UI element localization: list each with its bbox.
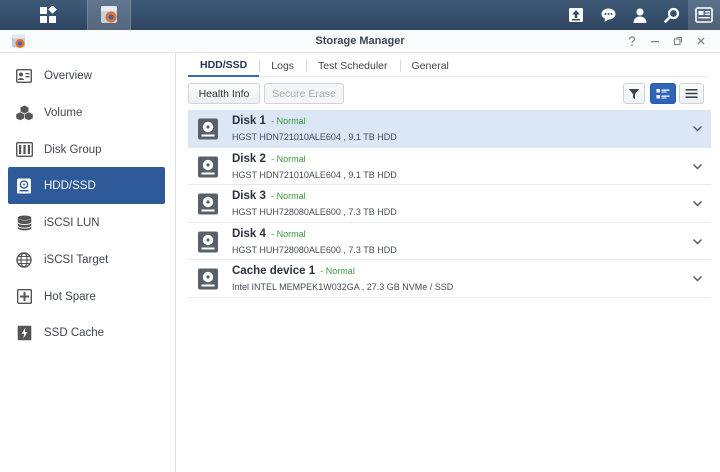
search-button[interactable] <box>656 0 688 30</box>
tab-general[interactable]: General <box>399 55 461 77</box>
overview-icon <box>15 67 33 85</box>
window-title: Storage Manager <box>315 35 405 47</box>
widgets-icon <box>695 7 713 23</box>
upload-icon <box>569 8 583 22</box>
sidebar-item-iscsi-lun[interactable]: iSCSI LUN <box>8 204 165 241</box>
disk-name: Disk 4 - Normal <box>232 227 306 240</box>
disk-status: - Normal <box>271 191 306 201</box>
tab-bar: HDD/SSD Logs Test Scheduler General <box>188 55 708 77</box>
disk-status: - Normal <box>271 153 306 164</box>
chevron-down-icon[interactable] <box>692 161 703 172</box>
hdd-icon <box>198 118 218 140</box>
help-button[interactable] <box>620 33 643 49</box>
minimize-icon <box>650 41 659 43</box>
list-view-button[interactable] <box>679 83 704 104</box>
maximize-button[interactable] <box>666 33 689 49</box>
tab-test-scheduler[interactable]: Test Scheduler <box>306 55 399 77</box>
list-icon <box>685 89 698 98</box>
grid-icon <box>40 6 57 23</box>
disk-row[interactable]: Disk 2 - Normal HGST HDN721010ALE604 , 9… <box>188 148 711 185</box>
sidebar: Overview Volume Disk Group HDD/SSD iSCSI… <box>0 53 176 472</box>
lun-icon <box>15 214 33 232</box>
disk-name: Cache device 1 - Normal <box>232 265 355 277</box>
tab-hdd-ssd[interactable]: HDD/SSD <box>188 55 260 77</box>
disk-name: Disk 3 - Normal <box>232 190 306 202</box>
sidebar-item-label: HDD/SSD <box>44 179 96 192</box>
sidebar-item-iscsi-target[interactable]: iSCSI Target <box>8 241 165 278</box>
sidebar-item-hdd-ssd[interactable]: HDD/SSD <box>8 167 165 204</box>
sidebar-item-label: SSD Cache <box>44 326 105 339</box>
disk-row[interactable]: Cache device 1 - Normal Intel INTEL MEMP… <box>188 260 711 298</box>
tab-logs[interactable]: Logs <box>259 55 306 77</box>
sidebar-item-label: Hot Spare <box>44 290 96 303</box>
window-controls <box>620 33 712 49</box>
ssd-icon <box>198 268 218 290</box>
storage-manager-icon <box>101 6 117 23</box>
sidebar-item-label: Overview <box>44 69 92 82</box>
close-button[interactable] <box>689 33 712 49</box>
main-content: HDD/SSD Logs Test Scheduler General Heal… <box>176 53 720 472</box>
minimize-button[interactable] <box>643 33 666 49</box>
chevron-down-icon[interactable] <box>692 273 703 284</box>
detail-view-button[interactable] <box>650 83 676 104</box>
help-icon <box>628 35 635 46</box>
disk-row[interactable]: Disk 4 - Normal HGST HUH728080ALE600 , 7… <box>188 223 711 260</box>
user-icon <box>633 8 647 23</box>
sidebar-item-label: Disk Group <box>44 143 102 156</box>
sidebar-item-label: iSCSI LUN <box>44 216 100 229</box>
taskbar-tray <box>560 0 720 30</box>
widgets-button[interactable] <box>688 0 720 30</box>
disk-status: - Normal <box>320 266 355 276</box>
upload-button[interactable] <box>560 0 592 30</box>
main-menu-button[interactable] <box>29 0 67 30</box>
disk-name: Disk 2 - Normal <box>232 152 306 165</box>
taskbar <box>0 0 720 30</box>
sidebar-item-disk-group[interactable]: Disk Group <box>8 131 165 168</box>
secure-erase-button[interactable]: Secure Erase <box>264 83 344 104</box>
volume-icon <box>15 104 33 122</box>
chevron-down-icon[interactable] <box>692 236 703 247</box>
disk-description: HGST HDN721010ALE604 , 9.1 TB HDD <box>232 132 397 142</box>
search-icon <box>664 7 680 23</box>
chat-icon <box>601 8 615 22</box>
disk-status: - Normal <box>271 228 306 239</box>
disk-description: HGST HUH728080ALE600 , 7.3 TB HDD <box>232 244 397 255</box>
sidebar-item-label: iSCSI Target <box>44 253 109 266</box>
filter-icon <box>628 88 640 99</box>
disk-description: HGST HUH728080ALE600 , 7.3 TB HDD <box>232 207 397 217</box>
chevron-down-icon[interactable] <box>692 198 703 209</box>
disk-group-icon <box>15 141 33 159</box>
window-titlebar[interactable]: Storage Manager <box>0 30 720 53</box>
health-info-button[interactable]: Health Info <box>188 83 260 104</box>
globe-icon <box>15 251 33 269</box>
disk-description: Intel INTEL MEMPEK1W032GA , 27.3 GB NVMe… <box>232 282 454 292</box>
disk-status: - Normal <box>271 116 306 126</box>
taskbar-storage-manager[interactable] <box>87 0 131 30</box>
chevron-down-icon[interactable] <box>692 123 703 134</box>
chat-button[interactable] <box>592 0 624 30</box>
hdd-icon <box>198 231 218 252</box>
hdd-icon <box>15 177 33 195</box>
restore-icon <box>673 36 682 46</box>
sidebar-item-overview[interactable]: Overview <box>8 57 165 94</box>
disk-row[interactable]: Disk 3 - Normal HGST HUH728080ALE600 , 7… <box>188 185 711 223</box>
disk-row[interactable]: Disk 1 - Normal HGST HDN721010ALE604 , 9… <box>188 110 711 148</box>
disk-description: HGST HDN721010ALE604 , 9.1 TB HDD <box>232 169 397 180</box>
filter-button[interactable] <box>623 83 645 104</box>
close-icon <box>697 37 704 45</box>
ssd-cache-icon <box>15 324 33 342</box>
hdd-icon <box>198 193 218 215</box>
user-button[interactable] <box>624 0 656 30</box>
sidebar-item-volume[interactable]: Volume <box>8 94 165 131</box>
hot-spare-icon <box>15 288 33 306</box>
disk-list: Disk 1 - Normal HGST HDN721010ALE604 , 9… <box>188 110 711 298</box>
disk-name: Disk 1 - Normal <box>232 115 306 127</box>
hdd-icon <box>198 156 218 177</box>
sidebar-item-label: Volume <box>44 106 83 119</box>
sidebar-item-ssd-cache[interactable]: SSD Cache <box>8 314 165 351</box>
sidebar-item-hot-spare[interactable]: Hot Spare <box>8 278 165 315</box>
detail-list-icon <box>656 88 670 98</box>
